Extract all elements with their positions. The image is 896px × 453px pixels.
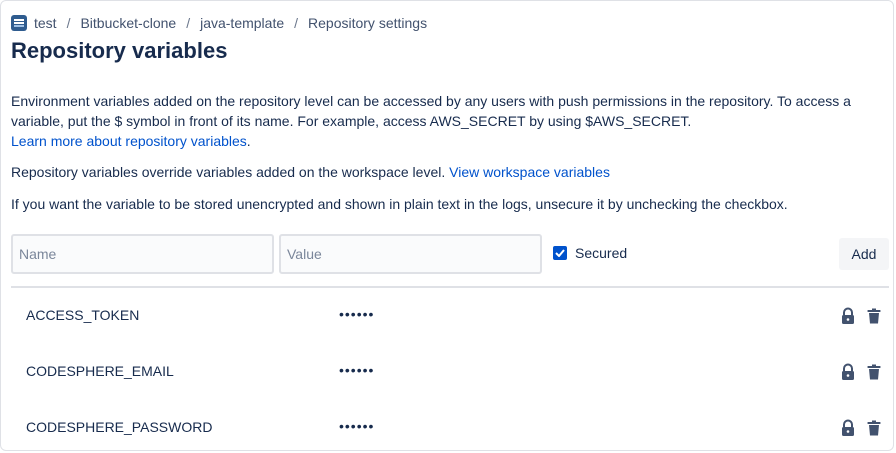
override-paragraph: Repository variables override variables … <box>11 162 886 182</box>
breadcrumb: test / Bitbucket-clone / java-template /… <box>11 13 427 33</box>
lock-icon[interactable] <box>840 419 856 437</box>
trash-icon[interactable] <box>867 308 881 324</box>
variable-value-input[interactable] <box>279 234 542 274</box>
breadcrumb-separator: / <box>294 15 299 31</box>
secured-label: Secured <box>575 245 628 261</box>
secured-checkbox-label[interactable]: Secured <box>553 245 627 261</box>
variable-name: CODESPHERE_PASSWORD <box>26 419 213 435</box>
variable-name-input[interactable] <box>11 234 274 274</box>
view-workspace-variables-link[interactable]: View workspace variables <box>449 164 610 180</box>
override-text: Repository variables override variables … <box>11 164 446 180</box>
unsecure-paragraph: If you want the variable to be stored un… <box>11 196 788 212</box>
breadcrumb-separator: / <box>186 15 191 31</box>
trash-icon[interactable] <box>867 364 881 380</box>
checkmark-icon <box>555 249 565 257</box>
breadcrumb-project[interactable]: Bitbucket-clone <box>80 15 176 31</box>
page-title: Repository variables <box>11 38 228 63</box>
add-variable-button[interactable]: Add <box>839 238 889 270</box>
variable-row: CODESPHERE_EMAIL •••••• <box>11 344 889 400</box>
trash-icon[interactable] <box>867 420 881 436</box>
breadcrumb-workspace[interactable]: test <box>34 15 57 31</box>
lock-icon[interactable] <box>840 307 856 325</box>
breadcrumb-settings[interactable]: Repository settings <box>308 15 427 31</box>
intro-text: Environment variables added on the repos… <box>11 93 851 129</box>
intro-paragraph: Environment variables added on the repos… <box>11 91 886 151</box>
variable-row: ACCESS_TOKEN •••••• <box>11 288 889 344</box>
variable-masked-value: •••••• <box>339 362 375 378</box>
repository-settings-panel: test / Bitbucket-clone / java-template /… <box>0 0 894 451</box>
variable-name: ACCESS_TOKEN <box>26 307 140 323</box>
lock-icon[interactable] <box>840 363 856 381</box>
variable-row: CODESPHERE_PASSWORD •••••• <box>11 400 889 450</box>
learn-more-link[interactable]: Learn more about repository variables <box>11 133 247 149</box>
variable-masked-value: •••••• <box>339 418 375 434</box>
repository-icon <box>11 15 27 31</box>
breadcrumb-repository[interactable]: java-template <box>200 15 284 31</box>
learn-more-suffix: . <box>246 133 251 149</box>
variable-masked-value: •••••• <box>339 306 375 322</box>
variable-name: CODESPHERE_EMAIL <box>26 363 174 379</box>
secured-checkbox[interactable] <box>553 246 567 260</box>
breadcrumb-separator: / <box>66 15 71 31</box>
